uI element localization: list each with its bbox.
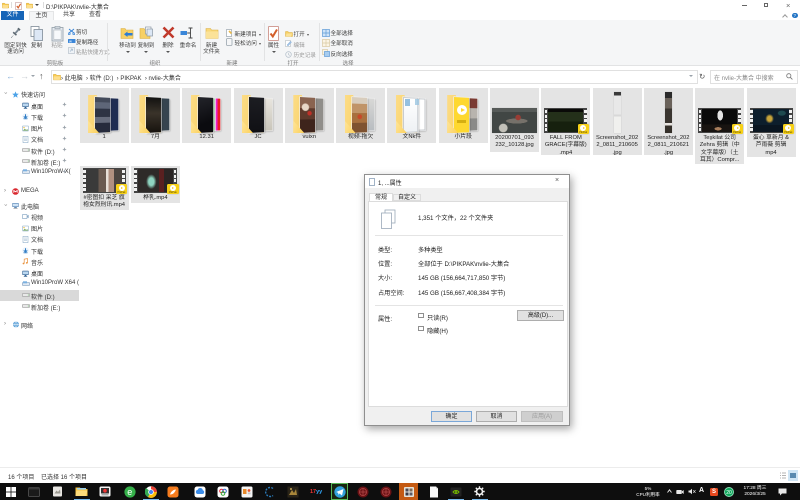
svg-text:w: w	[69, 38, 72, 43]
svg-text:e: e	[127, 487, 132, 497]
